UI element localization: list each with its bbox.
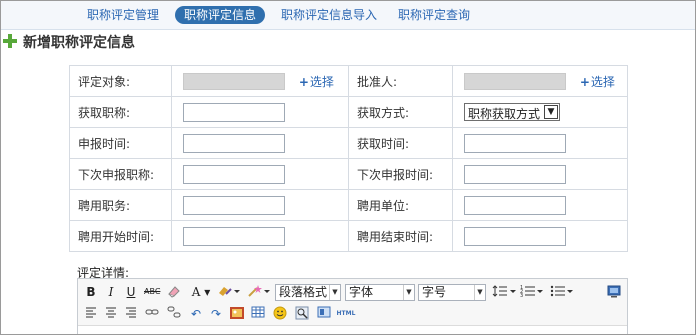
editor-toolbar-row-2: ↶ ↷ HTML bbox=[78, 303, 627, 325]
tab-title-eval-management[interactable]: 职称评定管理 bbox=[87, 7, 159, 24]
link-shape bbox=[145, 309, 159, 315]
hire-position-label: 聘用职务: bbox=[69, 189, 172, 221]
image-shape bbox=[230, 307, 244, 319]
ordered-list-icon[interactable]: 123 bbox=[519, 284, 545, 300]
next-apply-title-label: 下次申报职称: bbox=[69, 158, 172, 190]
tab-title-eval-query[interactable]: 职称评定查询 bbox=[398, 7, 470, 24]
tab-bar: 职称评定管理 职称评定信息 职称评定信息导入 职称评定查询 bbox=[1, 1, 695, 30]
next-apply-time-label: 下次申报时间: bbox=[348, 158, 453, 190]
chevron-down-icon: ▼ bbox=[474, 285, 485, 300]
wand-shape bbox=[248, 285, 270, 297]
undo-icon[interactable]: ↶ bbox=[188, 306, 204, 322]
search-replace-icon[interactable] bbox=[294, 306, 310, 322]
approver-label: 批准人: bbox=[348, 65, 453, 97]
obtained-title-input[interactable] bbox=[183, 102, 285, 122]
hire-unit-input[interactable] bbox=[464, 195, 566, 215]
chevron-down-icon[interactable]: ▼ bbox=[544, 105, 558, 119]
hire-position-input[interactable] bbox=[183, 195, 285, 215]
obtain-time-label: 获取时间: bbox=[348, 127, 453, 159]
apply-time-label: 申报时间: bbox=[69, 127, 172, 159]
obtained-title-label: 获取职称: bbox=[69, 96, 172, 128]
hire-start-input[interactable] bbox=[183, 226, 285, 246]
align-center-shape bbox=[106, 307, 116, 318]
hire-end-input[interactable] bbox=[464, 226, 566, 246]
plus-icon bbox=[3, 34, 17, 48]
choose-label: 选择 bbox=[590, 74, 615, 89]
next-apply-time-input[interactable] bbox=[464, 164, 566, 184]
ordered-list-shape: 123 bbox=[520, 285, 543, 299]
hire-end-label: 聘用结束时间: bbox=[348, 220, 453, 252]
bold-icon[interactable]: B bbox=[84, 284, 98, 300]
image-icon[interactable] bbox=[228, 306, 246, 322]
unlink-icon[interactable] bbox=[166, 306, 182, 322]
tab-title-eval-info[interactable]: 职称评定信息 bbox=[175, 6, 266, 24]
tab-title-eval-import[interactable]: 职称评定信息导入 bbox=[281, 7, 377, 24]
align-right-shape bbox=[126, 307, 136, 318]
underline-icon[interactable]: U bbox=[124, 284, 138, 300]
eraser-icon[interactable] bbox=[166, 284, 182, 300]
line-height-icon[interactable] bbox=[491, 284, 517, 300]
highlight-shape bbox=[219, 287, 240, 296]
font-size-value: 字号 bbox=[422, 285, 447, 299]
highlight-icon[interactable] bbox=[216, 284, 242, 300]
eval-form: 评定对象: +选择 批准人: +选择 获取职称: 获取方式: 职称获取方式 ▼ bbox=[69, 65, 628, 252]
align-center-icon[interactable] bbox=[104, 306, 118, 322]
obtain-method-value: 职称获取方式 bbox=[468, 107, 541, 121]
eraser-shape bbox=[168, 286, 180, 298]
strikethrough-icon[interactable]: ABC bbox=[144, 284, 160, 300]
unordered-list-shape bbox=[550, 285, 573, 297]
obtain-time-input[interactable] bbox=[464, 133, 566, 153]
eval-target-choose-link[interactable]: +选择 bbox=[299, 73, 334, 90]
chevron-down-icon: ▼ bbox=[329, 285, 340, 300]
editor-toolbar-row-1: B I U ABC A ▾ 段落格式 ▼ 字体 ▼ 字号 ▼ 123 bbox=[78, 281, 627, 303]
hire-unit-label: 聘用单位: bbox=[348, 189, 453, 221]
page-header: 新增职称评定信息 bbox=[1, 31, 695, 53]
search-replace-shape bbox=[295, 306, 309, 320]
italic-icon[interactable]: I bbox=[104, 284, 118, 300]
link-icon[interactable] bbox=[144, 306, 160, 322]
fullscreen-icon[interactable] bbox=[606, 284, 622, 300]
next-apply-title-input[interactable] bbox=[183, 164, 285, 184]
approver-field bbox=[464, 72, 566, 90]
fullscreen-shape bbox=[607, 285, 621, 298]
hire-start-label: 聘用开始时间: bbox=[69, 220, 172, 252]
emoticon-shape bbox=[273, 306, 287, 320]
preview-icon[interactable] bbox=[316, 306, 332, 322]
emoticon-icon[interactable] bbox=[272, 306, 288, 322]
font-size-select[interactable]: 字号 ▼ bbox=[418, 284, 486, 301]
preview-shape bbox=[317, 306, 331, 318]
rich-text-editor: B I U ABC A ▾ 段落格式 ▼ 字体 ▼ 字号 ▼ 123 ↶ ↷ H… bbox=[77, 278, 628, 334]
redo-icon[interactable]: ↷ bbox=[208, 306, 224, 322]
app-frame: 职称评定管理 职称评定信息 职称评定信息导入 职称评定查询 新增职称评定信息 评… bbox=[0, 0, 696, 335]
eval-target-field bbox=[183, 72, 285, 90]
align-left-icon[interactable] bbox=[84, 306, 98, 322]
apply-time-input[interactable] bbox=[183, 133, 285, 153]
svg-text:3: 3 bbox=[520, 293, 523, 298]
plus-small-icon: + bbox=[579, 74, 590, 89]
magic-wand-icon[interactable] bbox=[246, 284, 272, 300]
obtain-method-select[interactable]: 职称获取方式 ▼ bbox=[464, 103, 560, 121]
font-family-value: 字体 bbox=[349, 285, 374, 299]
editor-content-area[interactable] bbox=[78, 325, 627, 334]
html-source-icon[interactable]: HTML bbox=[336, 306, 356, 322]
unlink-shape bbox=[167, 306, 181, 318]
line-height-shape bbox=[492, 285, 516, 297]
align-right-icon[interactable] bbox=[124, 306, 138, 322]
paragraph-format-select[interactable]: 段落格式 ▼ bbox=[275, 284, 341, 301]
font-color-icon[interactable]: A ▾ bbox=[188, 284, 214, 300]
chevron-down-icon: ▼ bbox=[403, 285, 414, 300]
plus-small-icon: + bbox=[298, 74, 309, 89]
approver-choose-link[interactable]: +选择 bbox=[580, 73, 615, 90]
page-title: 新增职称评定信息 bbox=[23, 35, 135, 51]
eval-target-label: 评定对象: bbox=[69, 65, 172, 97]
paragraph-format-value: 段落格式 bbox=[279, 285, 328, 299]
table-shape bbox=[251, 306, 265, 318]
obtain-method-label: 获取方式: bbox=[348, 96, 453, 128]
choose-label: 选择 bbox=[309, 74, 334, 89]
table-icon[interactable] bbox=[250, 306, 266, 322]
font-family-select[interactable]: 字体 ▼ bbox=[345, 284, 415, 301]
align-left-shape bbox=[86, 307, 96, 318]
unordered-list-icon[interactable] bbox=[549, 284, 575, 300]
